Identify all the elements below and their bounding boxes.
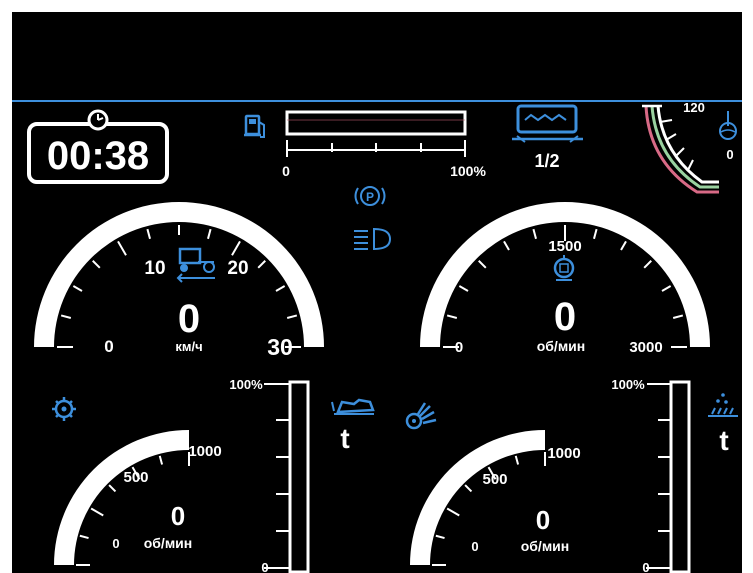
level-bar-right: 100% 0 t	[611, 377, 738, 573]
rpm-tick-1500: 1500	[548, 238, 581, 255]
gauge-tick	[207, 228, 212, 240]
gauge-tick	[458, 285, 469, 292]
bar-left-frame	[288, 380, 310, 573]
clock-widget: 00:38	[27, 109, 169, 184]
pto-right-tick-500: 500	[482, 471, 507, 488]
bar-right-frame	[669, 380, 691, 573]
bar-left-letter: t	[340, 423, 349, 454]
rpm-value: 0	[554, 295, 576, 339]
coolant-temp-icon	[719, 111, 737, 140]
gauge-tick	[286, 314, 298, 319]
gauge-tick	[464, 484, 473, 493]
gauge-tick	[593, 228, 598, 240]
engine-temp-max-label: 120	[683, 100, 705, 115]
bar-right-bottom-label: 0	[642, 560, 649, 573]
pto-right-unit: об/мин	[521, 538, 570, 554]
speed-value: 0	[178, 297, 200, 341]
bar-right-top-label: 100%	[611, 377, 645, 392]
speed-tick-30: 30	[267, 334, 293, 360]
rpm-tick-0: 0	[455, 339, 463, 356]
gauge-tick	[90, 507, 104, 517]
gauge-tick	[231, 240, 241, 256]
gauge-tick	[620, 240, 627, 251]
level-bar-left: 100% 0 t	[229, 377, 375, 573]
rpm-tick-3000: 3000	[629, 339, 662, 356]
tachometer: 1500 0 3000 0 об/мин	[420, 202, 710, 356]
trailer-icon	[512, 104, 583, 143]
fuel-gauge: 0 100%	[244, 110, 486, 179]
bar-left-bottom-label: 0	[261, 560, 268, 573]
gauge-tick	[72, 285, 83, 292]
fan-icon	[405, 402, 437, 430]
gauge-tick	[79, 534, 89, 540]
pto-left-gauge: 1000 500 0 0 об/мин	[52, 397, 222, 566]
gauge-tick	[275, 285, 286, 292]
dashboard-screen: 00:38 0 100% 1/2 120 0 P 10 20 0 30 0 км…	[12, 12, 742, 573]
fuel-max-label: 100%	[450, 163, 486, 179]
gauge-tick	[92, 260, 101, 269]
speed-tick-0: 0	[104, 337, 113, 356]
bar-right-ticks	[646, 383, 671, 569]
fuel-bar-frame	[285, 110, 467, 136]
speed-tick-10: 10	[144, 258, 165, 279]
pto-left-tick-500: 500	[123, 469, 148, 486]
gauge-tick	[446, 314, 458, 319]
svg-text:P: P	[366, 190, 374, 204]
gauge-tick	[643, 260, 652, 269]
gauge-tick	[672, 314, 684, 319]
fuel-pump-icon	[244, 114, 265, 138]
gauge-tick	[514, 455, 520, 465]
fuel-scale	[286, 140, 466, 157]
gauge-tick	[108, 484, 117, 493]
hydraulic-icon	[331, 398, 375, 415]
gear-icon	[52, 397, 76, 421]
gauge-tick	[257, 260, 266, 269]
rpm-unit: об/мин	[537, 338, 586, 354]
pto-left-tick-1000: 1000	[188, 443, 221, 460]
speed-tick-20: 20	[227, 258, 248, 279]
bar-left-ticks	[264, 383, 290, 569]
gauge-tick	[146, 228, 151, 240]
gauge-tick	[60, 314, 72, 319]
parking-brake-icon: P	[354, 186, 386, 206]
trailer-value: 1/2	[534, 151, 559, 171]
pto-left-tick-0: 0	[112, 536, 119, 551]
oil-level-icon	[708, 393, 738, 417]
gauge-tick	[478, 260, 487, 269]
bar-right-letter: t	[719, 425, 728, 456]
gauge-tick	[435, 534, 445, 540]
fuel-min-label: 0	[282, 163, 290, 179]
gauge-tick	[117, 240, 127, 256]
tractor-speed-icon	[176, 247, 215, 283]
engine-icon	[553, 255, 575, 281]
dashboard-canvas: 00:38 0 100% 1/2 120 0 P 10 20 0 30 0 км…	[12, 100, 742, 573]
engine-temp-gauge: 120 0	[642, 100, 737, 194]
gauge-tick	[446, 507, 460, 517]
pto-right-tick-0: 0	[471, 539, 478, 554]
speedometer: 10 20 0 30 0 км/ч	[34, 202, 324, 360]
clock-time: 00:38	[47, 134, 149, 178]
gauge-tick	[158, 455, 164, 465]
pto-right-tick-1000: 1000	[547, 445, 580, 462]
trailer-indicator: 1/2	[512, 104, 583, 171]
pto-left-value: 0	[171, 501, 185, 531]
pto-left-unit: об/мин	[144, 535, 193, 551]
speed-unit: км/ч	[175, 339, 202, 354]
engine-temp-min-label: 0	[726, 147, 733, 162]
gauge-tick	[661, 285, 672, 292]
gauge-tick	[532, 228, 537, 240]
pto-right-gauge: 1000 500 0 0 об/мин	[405, 402, 581, 566]
low-beam-icon	[354, 227, 392, 251]
pto-right-value: 0	[536, 505, 550, 535]
gauge-tick	[503, 240, 510, 251]
bar-left-top-label: 100%	[229, 377, 263, 392]
clock-icon	[87, 109, 109, 131]
